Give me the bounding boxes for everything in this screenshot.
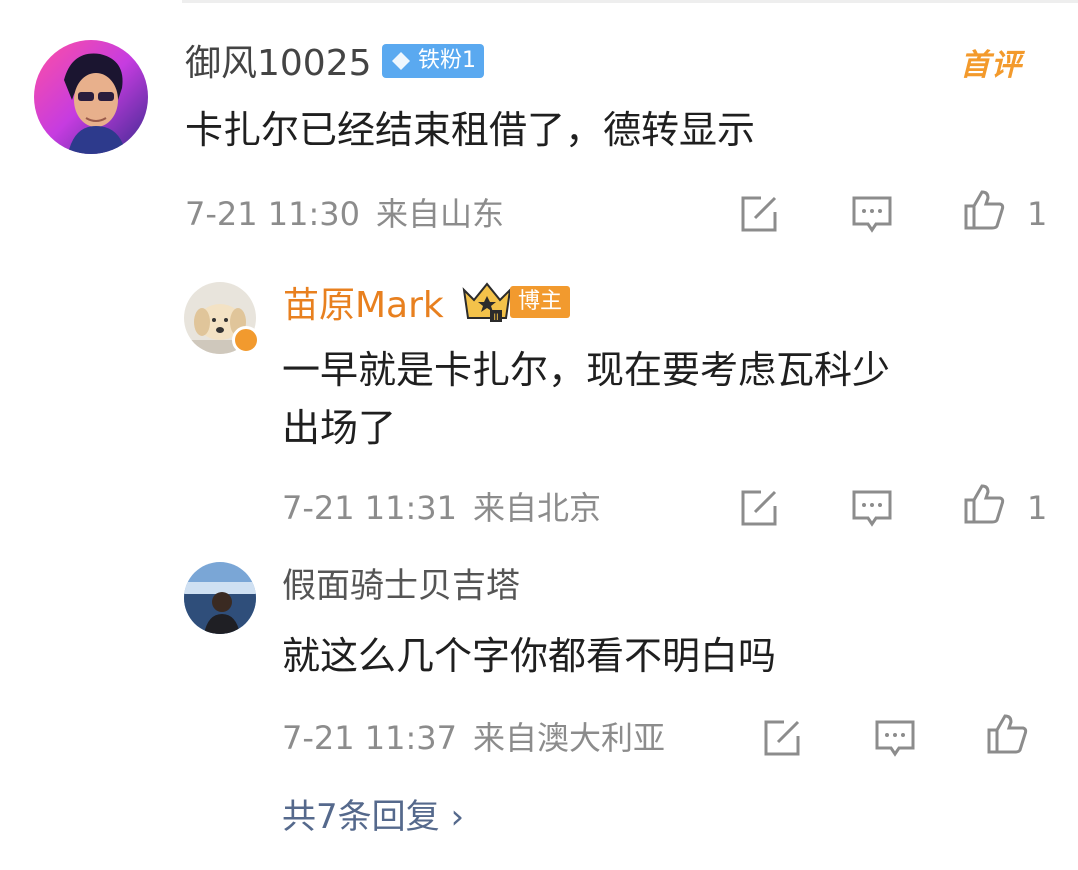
reply-meta: 7-21 11:37 来自澳大利亚 <box>282 718 665 758</box>
blogger-badge[interactable]: 博主 <box>510 286 571 318</box>
fan-badge-label: 铁粉1 <box>418 48 476 73</box>
comment-icon[interactable] <box>850 486 894 530</box>
verified-icon <box>232 326 260 354</box>
top-divider <box>182 0 1078 3</box>
diamond-icon <box>392 52 410 70</box>
reply-time: 7-21 11:37 <box>282 719 458 757</box>
share-icon[interactable] <box>760 716 804 760</box>
like-icon[interactable] <box>962 188 1006 232</box>
fan-badge[interactable]: 铁粉1 <box>382 44 484 78</box>
first-comment-tag: 首评 <box>960 48 1022 83</box>
reply-text: 就这么几个字你都看不明白吗 <box>282 634 777 678</box>
comment-username[interactable]: 御风10025 <box>185 42 372 86</box>
like-icon[interactable] <box>985 712 1029 756</box>
like-count: 1 <box>1027 489 1048 527</box>
avatar[interactable] <box>34 40 148 154</box>
reply-text: 一早就是卡扎尔，现在要考虑瓦科少 <box>282 348 891 392</box>
reply-location: 来自澳大利亚 <box>473 719 666 757</box>
comment-icon[interactable] <box>850 192 894 236</box>
more-replies-link[interactable]: 共7条回复 › <box>282 796 464 838</box>
comment-location: 来自山东 <box>376 195 505 233</box>
comment-time: 7-21 11:30 <box>185 195 361 233</box>
avatar[interactable] <box>184 562 256 634</box>
reply-username[interactable]: 假面骑士贝吉塔 <box>282 564 520 608</box>
reply-text: 出场了 <box>282 406 397 450</box>
share-icon[interactable] <box>737 486 781 530</box>
reply-location: 来自北京 <box>473 489 602 527</box>
like-count: 1 <box>1027 195 1048 233</box>
comment-text: 卡扎尔已经结束租借了，德转显示 <box>185 108 756 152</box>
svg-text:II: II <box>493 313 498 323</box>
like-icon[interactable] <box>962 482 1006 526</box>
share-icon[interactable] <box>737 192 781 236</box>
reply-username[interactable]: 苗原Mark <box>283 284 444 328</box>
reply-time: 7-21 11:31 <box>282 489 458 527</box>
crown-icon: II <box>462 282 512 323</box>
comment-icon[interactable] <box>873 716 917 760</box>
comment-meta: 7-21 11:30 来自山东 <box>185 194 504 234</box>
reply-meta: 7-21 11:31 来自北京 <box>282 488 601 528</box>
